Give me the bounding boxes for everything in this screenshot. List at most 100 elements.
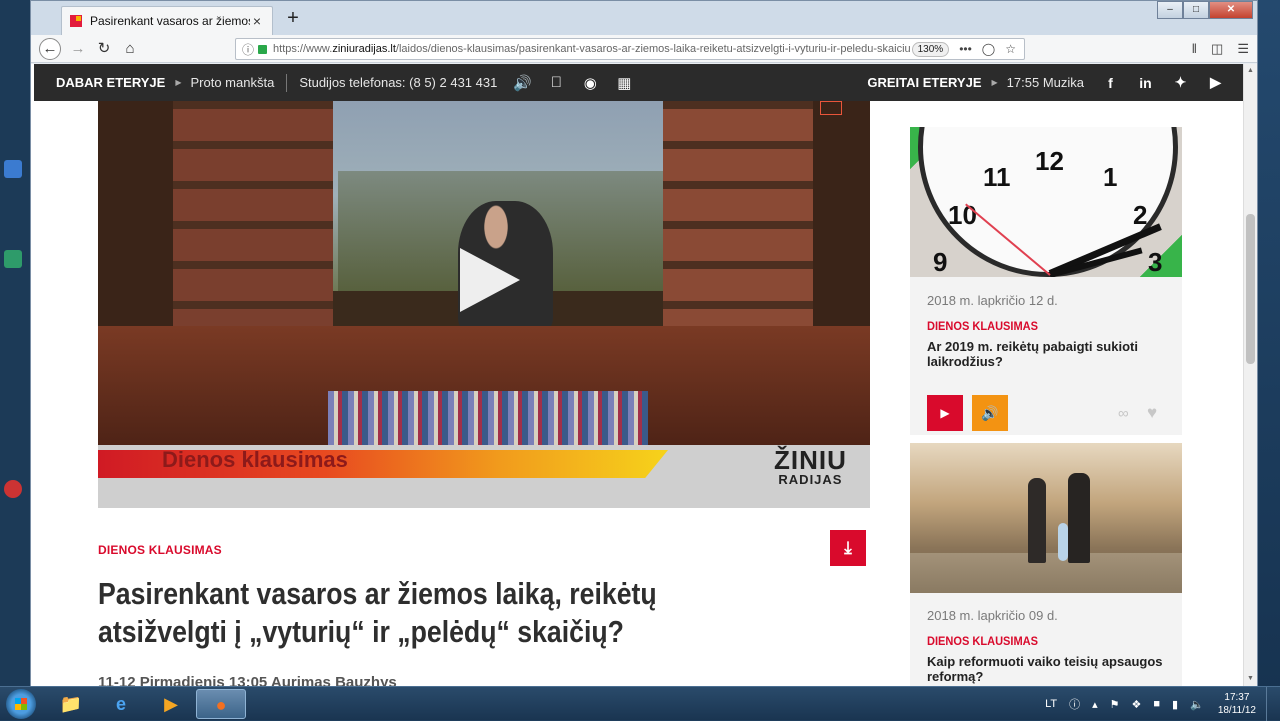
clock-number: 12	[1035, 146, 1064, 176]
language-indicator[interactable]: LT	[1045, 698, 1057, 710]
vertical-scrollbar[interactable]: ▲ ▼	[1243, 64, 1257, 686]
image-person	[1028, 478, 1046, 563]
linkedin-icon[interactable]: in	[1137, 75, 1154, 91]
twitter-icon[interactable]: ✦	[1172, 74, 1189, 91]
share-icon[interactable]: ∞	[1118, 405, 1129, 422]
speaker-icon[interactable]: 🔊	[513, 74, 532, 92]
desktop-shortcut-icon[interactable]	[4, 250, 22, 268]
windows-icon[interactable]: ▦	[615, 74, 633, 92]
start-button[interactable]	[6, 689, 36, 719]
url-text: https://www.ziniuradijas.lt/laidos/dieno…	[273, 43, 911, 55]
studio-logo-icon	[820, 101, 842, 115]
pocket-icon[interactable]: ◯	[982, 42, 995, 56]
family-thumbnail[interactable]	[910, 443, 1182, 593]
clock-time: 17:37	[1224, 692, 1250, 703]
now-on-air-show[interactable]: Proto mankšta	[190, 75, 274, 90]
arrow-right-icon: ▶	[991, 78, 998, 87]
download-button[interactable]: ⤓	[830, 530, 866, 566]
media-player-icon[interactable]: ▶	[146, 689, 196, 719]
article-category[interactable]: DIENOS KLAUSIMAS	[98, 543, 222, 557]
card-category[interactable]: DIENOS KLAUSIMAS	[927, 319, 1038, 333]
site-favicon-icon	[70, 15, 82, 27]
reload-button[interactable]: ↻	[93, 38, 115, 60]
back-button[interactable]: ←	[39, 38, 61, 60]
network-icon[interactable]: ▮	[1172, 698, 1178, 711]
navigation-toolbar: ← → ↻ ⌂ ⓘ https://www.ziniuradijas.lt/la…	[31, 35, 1257, 63]
tab-close-icon[interactable]: ×	[250, 13, 264, 29]
explorer-icon[interactable]: 📁	[46, 689, 96, 719]
zoom-indicator[interactable]: 130%	[911, 41, 950, 57]
video-player[interactable]: Dienos klausimas ŽINIU RADIJAS	[98, 101, 870, 508]
desktop-icons-strip	[0, 0, 32, 686]
system-tray: LT ⓘ ▴ ⚑ ❖ ■ ▮ 🔈 17:37 18/11/12	[1039, 687, 1280, 721]
tab-strip: Pasirenkant vasaros ar žiemos l × + – □ …	[31, 1, 1257, 35]
bookmark-star-icon[interactable]: ☆	[1005, 42, 1016, 56]
clock-thumbnail[interactable]: 12 11 1 10 2 9 3	[910, 127, 1182, 277]
home-button[interactable]: ⌂	[119, 38, 141, 60]
sidebar-card[interactable]: 2018 m. lapkričio 09 d. DIENOS KLAUSIMAS…	[910, 443, 1182, 686]
firefox-icon[interactable]: ●	[196, 689, 246, 719]
clock-number: 2	[1133, 200, 1148, 230]
divider	[286, 73, 288, 92]
security-icon[interactable]: ■	[1153, 698, 1160, 710]
site-info-icon[interactable]: ⓘ	[242, 41, 254, 58]
maximize-button[interactable]: □	[1183, 1, 1209, 19]
tab-active[interactable]: Pasirenkant vasaros ar žiemos l ×	[61, 6, 273, 35]
show-desktop-button[interactable]	[1266, 687, 1280, 721]
close-window-button[interactable]: ✕	[1209, 1, 1253, 19]
flag-icon[interactable]: ⚑	[1110, 698, 1120, 711]
card-date: 2018 m. lapkričio 12 d.	[927, 293, 1058, 308]
heart-icon[interactable]: ♥	[1147, 403, 1157, 423]
taskbar: 📁 e ▶ ● LT ⓘ ▴ ⚑ ❖ ■ ▮ 🔈 17:37 18/11/12	[0, 686, 1280, 721]
youtube-icon[interactable]: ▶	[1207, 74, 1224, 91]
clock-number: 1	[1103, 162, 1118, 192]
clock-number: 10	[948, 200, 977, 230]
article-meta: 11-12 Pirmadienis 13:05 Aurimas Bauzhys	[98, 674, 397, 686]
now-on-air-label: DABAR ETERYJE	[56, 75, 166, 90]
library-icon[interactable]: ‖	[1192, 38, 1197, 60]
sidebar-toggle-icon[interactable]: ◫	[1211, 38, 1223, 60]
taskbar-clock[interactable]: 17:37 18/11/12	[1218, 691, 1256, 717]
play-icon[interactable]	[460, 248, 520, 312]
new-tab-button[interactable]: +	[281, 6, 305, 30]
clock-number: 3	[1148, 247, 1163, 277]
desktop-shortcut-icon[interactable]	[4, 160, 22, 178]
web-page: DABAR ETERYJE ▶ Proto mankšta Studijos t…	[31, 64, 1244, 686]
card-category[interactable]: DIENOS KLAUSIMAS	[927, 634, 1038, 648]
minimize-button[interactable]: –	[1157, 1, 1183, 19]
sidebar-card[interactable]: 12 11 1 10 2 9 3 2018 m. lapkričio 12 d.…	[910, 127, 1182, 435]
tab-title: Pasirenkant vasaros ar žiemos l	[90, 14, 250, 28]
desktop-shortcut-icon[interactable]	[4, 480, 22, 498]
image-path	[910, 553, 1182, 593]
card-title[interactable]: Kaip reformuoti vaiko teisių apsaugos re…	[927, 654, 1167, 684]
forward-button[interactable]: →	[67, 38, 89, 60]
window-controls: – □ ✕	[1157, 1, 1253, 19]
article-title: Pasirenkant vasaros ar žiemos laiką, rei…	[98, 576, 657, 649]
facebook-icon[interactable]: f	[1102, 75, 1119, 91]
scroll-thumb[interactable]	[1246, 214, 1255, 364]
logo-line1: ŽINIU	[774, 445, 847, 475]
menu-icon[interactable]: ☰	[1237, 38, 1249, 60]
internet-explorer-icon[interactable]: e	[96, 689, 146, 719]
video-books	[328, 391, 648, 451]
card-title[interactable]: Ar 2019 m. reikėtų pabaigti sukioti laik…	[927, 339, 1167, 369]
card-date: 2018 m. lapkričio 09 d.	[927, 608, 1058, 623]
image-person	[1068, 473, 1090, 563]
clock-date: 18/11/12	[1217, 705, 1256, 716]
apple-icon[interactable]: 	[547, 74, 565, 91]
page-actions-icon[interactable]: •••	[959, 42, 972, 56]
scroll-up-icon[interactable]: ▲	[1244, 64, 1257, 78]
clock-number: 9	[933, 247, 948, 277]
android-icon[interactable]: ◉	[581, 74, 599, 92]
coming-soon-show[interactable]: 17:55 Muzika	[1007, 75, 1084, 90]
play-button[interactable]: ▶	[927, 395, 963, 431]
dropbox-icon[interactable]: ❖	[1132, 698, 1142, 711]
audio-button[interactable]: 🔊	[972, 395, 1008, 431]
tray-expand-icon[interactable]: ▴	[1092, 698, 1098, 711]
coming-soon-label: GREITAI ETERYJE	[867, 75, 982, 90]
volume-icon[interactable]: 🔈	[1190, 698, 1204, 711]
address-bar[interactable]: ⓘ https://www.ziniuradijas.lt/laidos/die…	[235, 38, 1025, 60]
scroll-down-icon[interactable]: ▼	[1244, 672, 1257, 686]
help-icon[interactable]: ⓘ	[1069, 696, 1080, 712]
logo-line2: RADIJAS	[778, 472, 843, 487]
